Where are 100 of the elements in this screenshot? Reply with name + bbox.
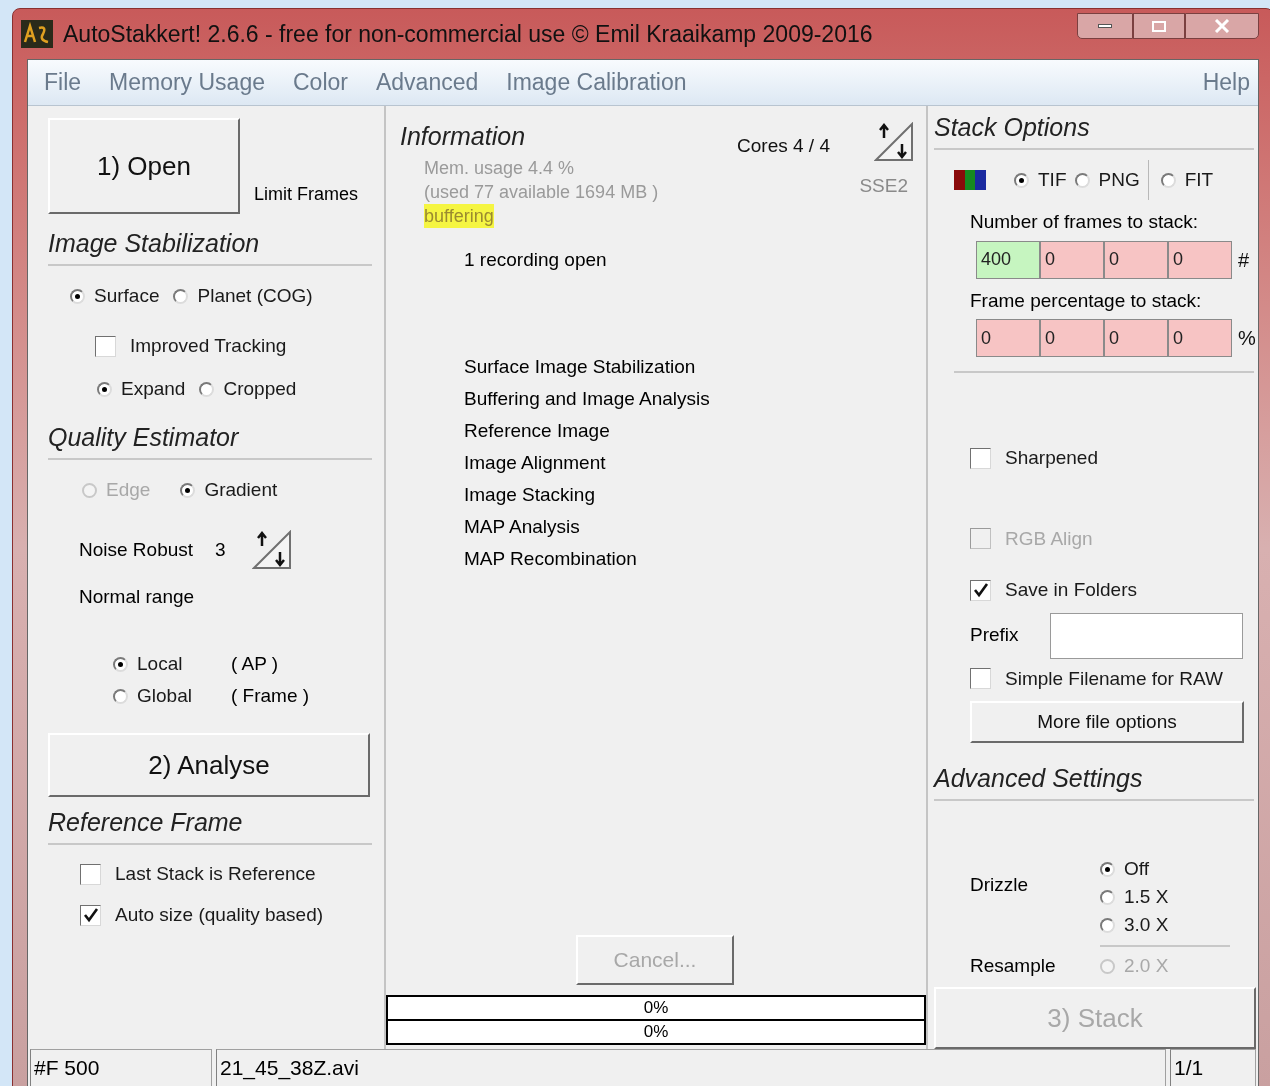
step-label: MAP Analysis [464, 514, 581, 539]
radio-button[interactable] [70, 288, 85, 304]
checkbox-label: Auto size (quality based) [115, 902, 324, 927]
step-label: Image Alignment [464, 450, 607, 475]
maximize-button[interactable] [1133, 13, 1185, 39]
checkbox-label: Improved Tracking [130, 333, 287, 358]
menu-item[interactable]: Memory Usage [109, 65, 265, 100]
number-field[interactable]: 0 [1040, 319, 1104, 357]
scope-note: ( Frame ) [231, 683, 310, 708]
radio-button[interactable] [1160, 172, 1176, 188]
number-field[interactable]: 0 [1104, 319, 1168, 357]
radio-button[interactable] [97, 381, 112, 397]
number-field[interactable]: 0 [1168, 319, 1232, 357]
progress-text: 0% [643, 997, 669, 1020]
radio-label: Edge [106, 477, 151, 502]
radio-label: TIF [1038, 167, 1067, 192]
menu-item[interactable]: Color [293, 65, 348, 100]
section-title: Stack Options [934, 111, 1090, 143]
close-icon [1214, 19, 1230, 33]
menu-item[interactable]: Advanced [375, 65, 479, 100]
radio-button[interactable] [180, 482, 196, 498]
checkbox[interactable] [970, 447, 991, 469]
window-title: AutoStakkert! 2.6.6 - free for non-commercial use © Emil Kraaikamp 2009-2016 [63, 19, 873, 49]
radio-label: Surface [94, 283, 160, 308]
radio-button[interactable] [1100, 917, 1115, 933]
number-field[interactable]: 0 [976, 319, 1040, 357]
status-bar-cell: 1/1 [1170, 1049, 1256, 1086]
checkbox-label: RGB Align [1005, 526, 1093, 551]
unit-label: % [1238, 326, 1256, 351]
checkbox[interactable] [80, 863, 101, 885]
percent-label: Frame percentage to stack: [970, 288, 1203, 313]
step-label: Surface Image Stabilization [464, 354, 697, 379]
checkbox[interactable] [95, 335, 116, 357]
memory-text: Mem. usage 4.4 % [424, 157, 576, 180]
memory-text: (used 77 available 1694 MB ) [424, 181, 659, 204]
close-button[interactable] [1185, 13, 1259, 39]
menu-item[interactable]: Image Calibration [506, 65, 687, 100]
noise-robust-value: 3 [215, 537, 226, 562]
push-button[interactable]: More file options [970, 701, 1244, 743]
radio-label: Expand [121, 376, 186, 401]
radio-label: Planet (COG) [197, 283, 313, 308]
step-label: Image Stacking [464, 482, 596, 507]
range-label: Normal range [79, 584, 195, 609]
radio-label: FIT [1184, 167, 1214, 192]
section-title: Reference Frame [48, 806, 243, 838]
frames-label: Number of frames to stack: [970, 210, 1200, 234]
step-label: Reference Image [464, 418, 611, 443]
cores-label: Cores 4 / 4 [737, 134, 830, 158]
up-down-arrows-icon[interactable] [251, 530, 292, 570]
app-logo-icon [21, 20, 53, 48]
section-title: Quality Estimator [48, 421, 239, 453]
limit-frames-label: Limit Frames [254, 183, 358, 206]
scope-note: ( AP ) [231, 651, 279, 676]
radio-label: Off [1124, 857, 1149, 881]
radio-label: Global [137, 683, 192, 708]
radio-button[interactable] [173, 288, 189, 304]
radio-button[interactable] [113, 656, 128, 672]
drizzle-label: Drizzle [970, 873, 1030, 897]
radio-button[interactable] [1100, 861, 1115, 877]
radio-button[interactable] [199, 381, 215, 397]
section-title: Image Stabilization [48, 227, 260, 259]
status-bar-cell: #F 500 [30, 1049, 212, 1086]
minimize-button[interactable] [1077, 13, 1133, 39]
section-title: Advanced Settings [934, 762, 1143, 794]
prefix-field[interactable] [1050, 612, 1243, 659]
radio-label: 3.0 X [1124, 913, 1169, 937]
checkbox[interactable] [80, 904, 101, 926]
color-channels-icon [954, 170, 986, 190]
push-button[interactable]: 2) Analyse [48, 733, 370, 797]
noise-robust-label: Noise Robust [79, 537, 194, 562]
number-field[interactable]: 0 [1104, 240, 1168, 279]
checkbox[interactable] [970, 579, 991, 601]
number-field[interactable]: 0 [1168, 240, 1232, 279]
status-text: buffering [424, 204, 494, 228]
radio-button[interactable] [113, 688, 128, 704]
number-field[interactable]: 0 [1040, 240, 1104, 279]
progress-text: 0% [643, 1021, 669, 1044]
checkbox-label: Simple Filename for RAW [1005, 666, 1223, 691]
up-down-arrows-icon[interactable] [874, 122, 914, 162]
menu-item[interactable]: Help [1202, 65, 1250, 100]
radio-label: Local [137, 651, 183, 676]
radio-button[interactable] [1014, 172, 1029, 188]
checkbox-label: Save in Folders [1005, 578, 1137, 602]
checkbox-label: Sharpened [1005, 446, 1098, 470]
radio-label: Gradient [204, 477, 278, 502]
radio-label: 1.5 X [1124, 885, 1169, 909]
radio-button[interactable] [1074, 172, 1090, 188]
radio-label: 2.0 X [1124, 953, 1169, 978]
prefix-label: Prefix [970, 623, 1020, 648]
recording-status: 1 recording open [464, 248, 608, 272]
menu-item[interactable]: File [44, 65, 82, 100]
step-label: Buffering and Image Analysis [464, 386, 711, 411]
radio-label: PNG [1098, 167, 1140, 192]
radio-label: Cropped [223, 376, 297, 401]
checkbox[interactable] [970, 668, 991, 690]
checkbox-label: Last Stack is Reference [115, 861, 316, 886]
number-field[interactable]: 400 [976, 240, 1040, 279]
radio-button[interactable] [1100, 889, 1115, 905]
unit-label: # [1238, 247, 1250, 273]
push-button[interactable]: 1) Open [48, 118, 240, 214]
